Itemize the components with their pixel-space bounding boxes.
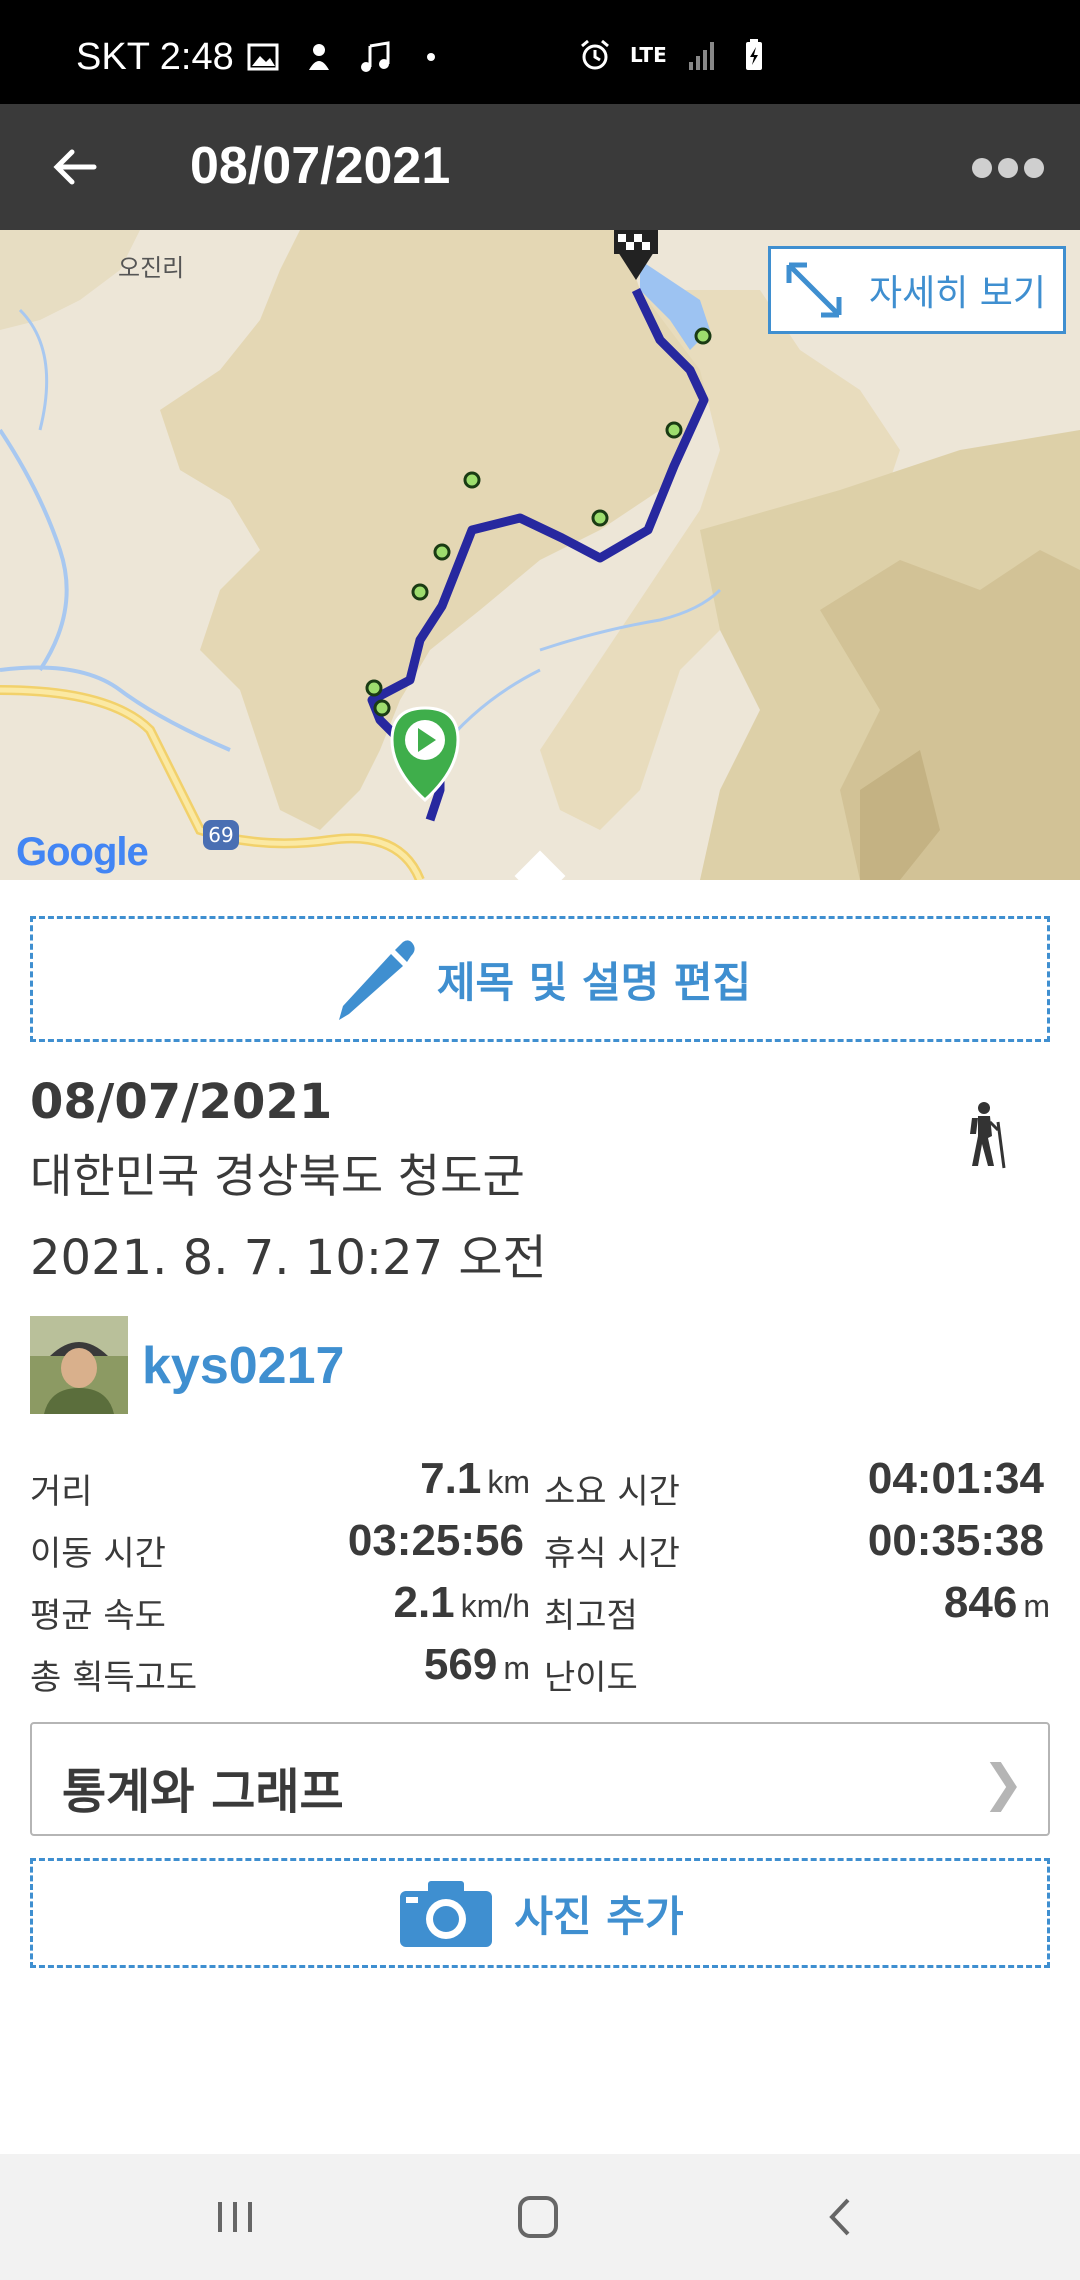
signal-icon	[688, 42, 714, 70]
stat-value: 00:35:38	[867, 1516, 1044, 1565]
stats-graph-label: 통계와 그래프	[62, 1764, 344, 1820]
back-arrow-icon[interactable]	[50, 142, 100, 192]
expand-icon	[786, 262, 842, 318]
edit-title-label: 제목 및 설명 편집	[436, 957, 752, 1007]
network-label: LTE	[630, 43, 667, 67]
stat-value: 569 m	[423, 1640, 530, 1689]
status-time: SKT 2:48	[76, 36, 234, 78]
stat-value: 7.1 km	[420, 1454, 530, 1503]
chevron-right-icon: ❯	[982, 1754, 1024, 1812]
stat-label: 거리	[30, 1472, 93, 1512]
stat-row: 이동 시간 03:25:56 휴식 시간 00:35:38	[30, 1514, 1050, 1576]
road-number-badge: 69	[203, 820, 239, 850]
username-link[interactable]: kys0217	[142, 1336, 344, 1396]
add-photo-label: 사진 추가	[514, 1891, 684, 1941]
hiker-icon	[970, 1102, 1006, 1169]
stat-row: 거리 7.1 km 소요 시간 04:01:34	[30, 1452, 1050, 1514]
stat-label: 최고점	[544, 1596, 638, 1636]
add-photo-button[interactable]: 사진 추가	[30, 1858, 1050, 1968]
stat-label: 소요 시간	[544, 1472, 680, 1512]
stat-value: 04:01:34	[867, 1454, 1044, 1503]
avatar[interactable]	[30, 1316, 128, 1414]
more-options-icon[interactable]	[970, 148, 1046, 188]
route-map[interactable]: 오진리 자세히 보기 Google 69	[0, 230, 1080, 880]
stats-grid: 거리 7.1 km 소요 시간 04:01:34 이동 시간 03:25:56 휴…	[30, 1452, 1050, 1700]
system-icons: LTE	[578, 38, 771, 72]
google-logo: Google	[16, 830, 149, 874]
edit-title-button[interactable]: 제목 및 설명 편집	[30, 916, 1050, 1042]
track-datetime: 2021. 8. 7. 10:27 오전	[30, 1230, 547, 1286]
image-icon	[247, 43, 279, 71]
stats-graph-button[interactable]: 통계와 그래프 ❯	[30, 1722, 1050, 1836]
stat-row: 평균 속도 2.1 km/h 최고점 846 m	[30, 1576, 1050, 1638]
stat-label: 난이도	[544, 1658, 638, 1698]
home-icon[interactable]	[514, 2194, 562, 2240]
battery-icon	[745, 39, 762, 70]
page-title: 08/07/2021	[190, 137, 451, 195]
music-icon	[361, 41, 390, 72]
nav-back-icon[interactable]	[820, 2194, 860, 2240]
pencil-icon	[338, 940, 415, 1020]
system-nav-bar	[0, 2154, 1080, 2280]
user-photo	[30, 1316, 128, 1414]
stat-row: 총 획득고도 569 m 난이도	[30, 1638, 1050, 1700]
stat-label: 평균 속도	[30, 1596, 166, 1636]
stat-label: 총 획득고도	[30, 1658, 198, 1698]
stat-value	[1044, 1640, 1050, 1690]
stat-value: 2.1 km/h	[393, 1578, 530, 1627]
dot-icon	[427, 53, 435, 61]
app-icon	[309, 44, 329, 70]
track-location: 대한민국 경상북도 청도군	[30, 1149, 525, 1203]
stat-label: 이동 시간	[30, 1534, 166, 1574]
place-label: 오진리	[118, 254, 185, 282]
camera-icon	[400, 1881, 493, 1947]
stat-value: 03:25:56	[347, 1516, 524, 1565]
alarm-icon	[581, 39, 609, 70]
stat-value: 846 m	[943, 1578, 1050, 1627]
app-bar: 08/07/2021	[0, 104, 1080, 230]
recent-apps-icon[interactable]	[212, 2194, 258, 2240]
notification-icons	[246, 40, 448, 74]
view-detail-button[interactable]: 자세히 보기	[768, 246, 1066, 334]
view-detail-label: 자세히 보기	[869, 273, 1047, 314]
status-bar: SKT 2:48 LTE	[0, 0, 1080, 104]
stat-label: 휴식 시간	[544, 1534, 680, 1574]
track-date: 08/07/2021	[30, 1074, 333, 1130]
